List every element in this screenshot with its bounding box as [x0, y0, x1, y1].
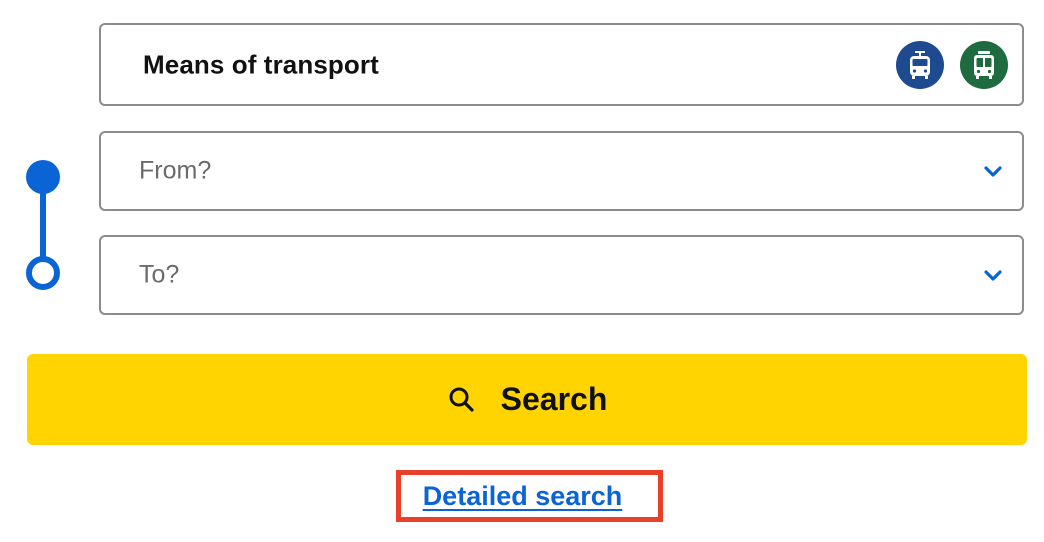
to-placeholder: To? — [139, 260, 180, 289]
means-of-transport-label: Means of transport — [143, 49, 379, 79]
from-placeholder: From? — [139, 156, 212, 185]
detailed-search-highlight: Detailed search — [396, 470, 663, 522]
bus-toggle-button[interactable] — [960, 40, 1008, 89]
search-button-label: Search — [500, 381, 608, 417]
bus-icon — [967, 48, 1001, 82]
tram-toggle-button[interactable] — [896, 40, 944, 89]
route-start-dot-icon — [26, 160, 60, 194]
detailed-search-link[interactable]: Detailed search — [423, 481, 623, 512]
search-button[interactable]: Search — [27, 354, 1027, 445]
to-select[interactable]: To? — [99, 235, 1024, 315]
search-icon — [447, 385, 477, 415]
chevron-down-icon — [982, 160, 1004, 182]
chevron-down-icon — [982, 264, 1004, 286]
means-of-transport-field: Means of transport — [99, 23, 1024, 106]
transport-mode-toggles — [896, 40, 1008, 89]
route-end-dot-icon — [26, 256, 60, 290]
from-select[interactable]: From? — [99, 131, 1024, 211]
tram-icon — [903, 48, 937, 82]
